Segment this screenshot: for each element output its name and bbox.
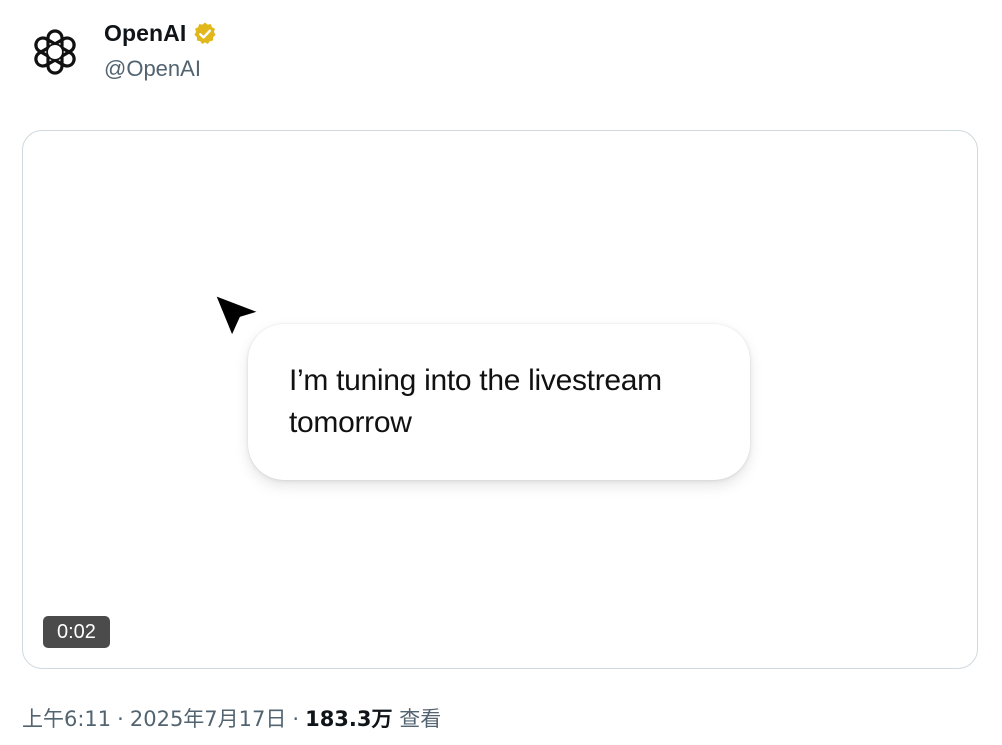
meta-separator: · <box>292 707 300 731</box>
avatar[interactable] <box>31 28 79 76</box>
post-time[interactable]: 上午6:11 <box>22 707 111 731</box>
message-bubble: I’m tuning into the livestream tomorrow <box>248 324 750 480</box>
openai-logo-icon <box>34 29 76 75</box>
video-player[interactable]: I’m tuning into the livestream tomorrow … <box>22 130 978 669</box>
views-label: 查看 <box>399 707 442 731</box>
post-meta: 上午6:11 · 2025年7月17日 · 183.3万 查看 <box>22 703 441 733</box>
message-text: I’m tuning into the livestream tomorrow <box>289 364 662 439</box>
verified-badge-icon[interactable] <box>192 21 218 47</box>
author-handle[interactable]: @OpenAI <box>104 56 201 82</box>
author-display-name[interactable]: OpenAI <box>104 20 186 47</box>
author-name-row[interactable]: OpenAI <box>104 20 218 47</box>
post-date[interactable]: 2025年7月17日 <box>130 707 287 731</box>
meta-separator: · <box>117 707 124 731</box>
video-duration-badge: 0:02 <box>43 616 110 648</box>
views-count: 183.3万 <box>305 707 393 731</box>
